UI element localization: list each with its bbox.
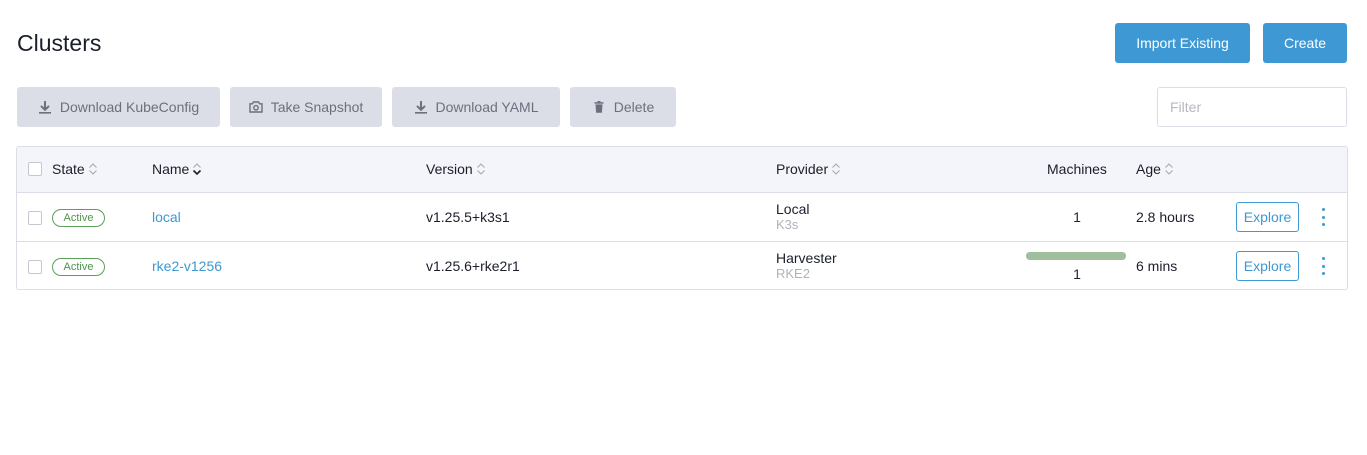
machines-progress-fill	[1026, 252, 1126, 260]
sort-desc-icon	[193, 163, 202, 176]
provider-name: Local	[776, 201, 810, 217]
kebab-menu-icon[interactable]	[1317, 208, 1329, 226]
table-header: State Name Version Provider Machines Age	[17, 147, 1347, 193]
select-all-checkbox[interactable]	[28, 162, 42, 176]
cluster-version: v1.25.5+k3s1	[426, 209, 510, 225]
download-icon	[38, 101, 51, 114]
cluster-version: v1.25.6+rke2r1	[426, 258, 520, 274]
cluster-age: 2.8 hours	[1136, 209, 1195, 225]
download-icon	[414, 101, 427, 114]
cluster-provider: Harvester RKE2	[776, 250, 837, 282]
machines-progress-bar	[1026, 252, 1126, 260]
download-kubeconfig-button[interactable]: Download KubeConfig	[17, 87, 220, 127]
kebab-menu-icon[interactable]	[1317, 257, 1329, 275]
cluster-age: 6 mins	[1136, 258, 1178, 274]
delete-label: Delete	[613, 99, 655, 115]
clusters-table: State Name Version Provider Machines Age…	[16, 146, 1348, 290]
provider-distro: K3s	[776, 217, 799, 232]
sort-icon	[88, 163, 97, 175]
download-yaml-label: Download YAML	[435, 99, 539, 115]
provider-distro: RKE2	[776, 266, 810, 281]
page-title: Clusters	[17, 30, 102, 56]
camera-icon	[248, 101, 263, 113]
status-badge: Active	[52, 258, 105, 276]
sort-icon	[476, 163, 485, 175]
table-row: Active rke2-v1256 v1.25.6+rke2r1 Harvest…	[17, 242, 1347, 289]
sort-icon	[832, 163, 841, 175]
header-machines: Machines	[1047, 161, 1107, 177]
machine-count: 1	[1073, 209, 1081, 225]
explore-button[interactable]: Explore	[1236, 202, 1299, 232]
row-checkbox[interactable]	[28, 260, 42, 274]
cluster-name-link[interactable]: rke2-v1256	[152, 258, 222, 274]
machine-count: 1	[1073, 266, 1081, 282]
cluster-provider: Local K3s	[776, 201, 809, 233]
take-snapshot-label: Take Snapshot	[270, 99, 364, 115]
header-state[interactable]: State	[52, 161, 98, 177]
create-button[interactable]: Create	[1263, 23, 1347, 63]
provider-name: Harvester	[776, 250, 837, 266]
explore-button[interactable]: Explore	[1236, 251, 1299, 281]
cluster-name-link[interactable]: local	[152, 209, 181, 225]
take-snapshot-button[interactable]: Take Snapshot	[230, 87, 382, 127]
filter-input[interactable]	[1157, 87, 1347, 127]
header-version[interactable]: Version	[426, 161, 486, 177]
header-provider[interactable]: Provider	[776, 161, 841, 177]
download-yaml-button[interactable]: Download YAML	[392, 87, 560, 127]
header-name[interactable]: Name	[152, 161, 202, 177]
import-existing-button[interactable]: Import Existing	[1115, 23, 1250, 63]
status-badge: Active	[52, 209, 105, 227]
header-age[interactable]: Age	[1136, 161, 1174, 177]
download-kubeconfig-label: Download KubeConfig	[59, 99, 200, 115]
delete-button[interactable]: Delete	[570, 87, 676, 127]
row-checkbox[interactable]	[28, 211, 42, 225]
sort-icon	[1165, 163, 1173, 175]
trash-icon	[594, 101, 604, 113]
table-row: Active local v1.25.5+k3s1 Local K3s 1 2.…	[17, 193, 1347, 242]
